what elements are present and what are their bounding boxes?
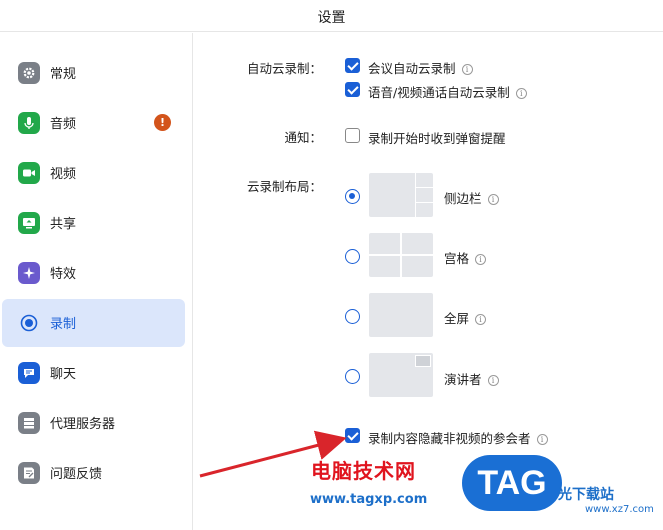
microphone-icon xyxy=(18,112,40,134)
layout-sidebar-option: 侧边栏 i xyxy=(444,188,499,207)
layout-fullscreen-radio[interactable] xyxy=(345,309,360,324)
watermark-side-url: www.xz7.com xyxy=(585,504,654,515)
settings-sidebar: 常规 音频 ! 视频 共享 特效 录制 聊天 代理服务器 问题反馈 xyxy=(0,33,193,530)
sidebar-item-recording[interactable]: 录制 xyxy=(2,299,185,347)
hide-nonvideo-checkbox[interactable] xyxy=(345,428,360,443)
layout-sidebar-label: 侧边栏 xyxy=(444,191,482,206)
auto-cloud-call-checkbox[interactable] xyxy=(345,82,360,97)
layout-speaker-radio[interactable] xyxy=(345,369,360,384)
window-title: 设置 xyxy=(317,10,346,26)
chat-icon xyxy=(18,362,40,384)
sidebar-item-feedback[interactable]: 问题反馈 xyxy=(2,449,185,497)
info-icon[interactable]: i xyxy=(487,375,499,386)
record-icon xyxy=(18,312,40,334)
sidebar-item-label: 特效 xyxy=(50,267,77,282)
sparkle-icon xyxy=(18,262,40,284)
info-icon[interactable]: i xyxy=(536,434,548,445)
sidebar-item-effects[interactable]: 特效 xyxy=(2,249,185,297)
screen-share-icon xyxy=(18,212,40,234)
sidebar-item-label: 音频 xyxy=(50,117,77,132)
auto-cloud-record-label: 自动云录制： xyxy=(246,61,322,76)
auto-cloud-call-label: 语音/视频通话自动云录制 xyxy=(368,85,510,100)
cloud-layout-label: 云录制布局： xyxy=(246,179,322,194)
sidebar-item-video[interactable]: 视频 xyxy=(2,149,185,197)
layout-sidebar-radio[interactable] xyxy=(345,189,360,204)
auto-cloud-meeting-checkbox[interactable] xyxy=(345,58,360,73)
layout-fullscreen-thumbnail[interactable] xyxy=(369,293,433,337)
layout-fullscreen-label: 全屏 xyxy=(444,311,470,326)
notify-popup-checkbox[interactable] xyxy=(345,128,360,143)
info-icon[interactable]: i xyxy=(487,194,499,205)
gear-icon xyxy=(18,62,40,84)
info-icon[interactable]: i xyxy=(475,314,487,325)
server-icon xyxy=(18,412,40,434)
hide-nonvideo-label: 录制内容隐藏非视频的参会者 xyxy=(368,431,531,446)
hide-nonvideo-option: 录制内容隐藏非视频的参会者 i xyxy=(368,428,548,447)
sidebar-item-label: 代理服务器 xyxy=(50,417,116,432)
sidebar-item-label: 录制 xyxy=(50,317,77,332)
layout-grid-thumbnail[interactable] xyxy=(369,233,433,277)
layout-speaker-option: 演讲者 i xyxy=(444,369,499,388)
sidebar-item-label: 共享 xyxy=(50,217,77,232)
feedback-icon xyxy=(18,462,40,484)
layout-grid-option: 宫格 i xyxy=(444,248,487,267)
layout-grid-label: 宫格 xyxy=(444,251,470,266)
info-icon[interactable]: i xyxy=(475,254,487,265)
layout-fullscreen-option: 全屏 i xyxy=(444,308,487,327)
sidebar-item-chat[interactable]: 聊天 xyxy=(2,349,185,397)
sidebar-item-audio[interactable]: 音频 ! xyxy=(2,99,185,147)
info-icon[interactable]: i xyxy=(515,88,527,99)
layout-sidebar-thumbnail[interactable] xyxy=(369,173,433,217)
recording-settings-panel: 自动云录制： 会议自动云录制 i 语音/视频通话自动云录制 i 通知： 录制开始时收… xyxy=(194,33,663,530)
video-camera-icon xyxy=(18,162,40,184)
watermark-site-url: www.tagxp.com xyxy=(310,492,428,507)
title-bar: 设置 xyxy=(0,0,663,32)
layout-grid-radio[interactable] xyxy=(345,249,360,264)
notify-popup-label: 录制开始时收到弹窗提醒 xyxy=(368,131,506,146)
sidebar-item-share[interactable]: 共享 xyxy=(2,199,185,247)
notify-label: 通知： xyxy=(284,130,322,145)
info-icon[interactable]: i xyxy=(461,64,473,75)
watermark-site-name: 电脑技术网 xyxy=(311,459,416,483)
layout-speaker-label: 演讲者 xyxy=(444,372,482,387)
sidebar-item-label: 聊天 xyxy=(50,367,77,382)
auto-cloud-meeting-label: 会议自动云录制 xyxy=(368,61,456,76)
auto-cloud-meeting-option: 会议自动云录制 i xyxy=(368,58,473,77)
auto-cloud-call-option: 语音/视频通话自动云录制 i xyxy=(368,82,527,101)
sidebar-item-label: 视频 xyxy=(50,167,77,182)
watermark-tag-logo: TAG xyxy=(462,455,562,511)
warning-badge: ! xyxy=(154,114,171,131)
sidebar-item-proxy[interactable]: 代理服务器 xyxy=(2,399,185,447)
watermark-side-text: 光下载站 xyxy=(558,487,614,503)
sidebar-item-label: 常规 xyxy=(50,67,77,82)
layout-speaker-thumbnail[interactable] xyxy=(369,353,433,397)
sidebar-item-label: 问题反馈 xyxy=(50,467,103,482)
sidebar-item-general[interactable]: 常规 xyxy=(2,49,185,97)
